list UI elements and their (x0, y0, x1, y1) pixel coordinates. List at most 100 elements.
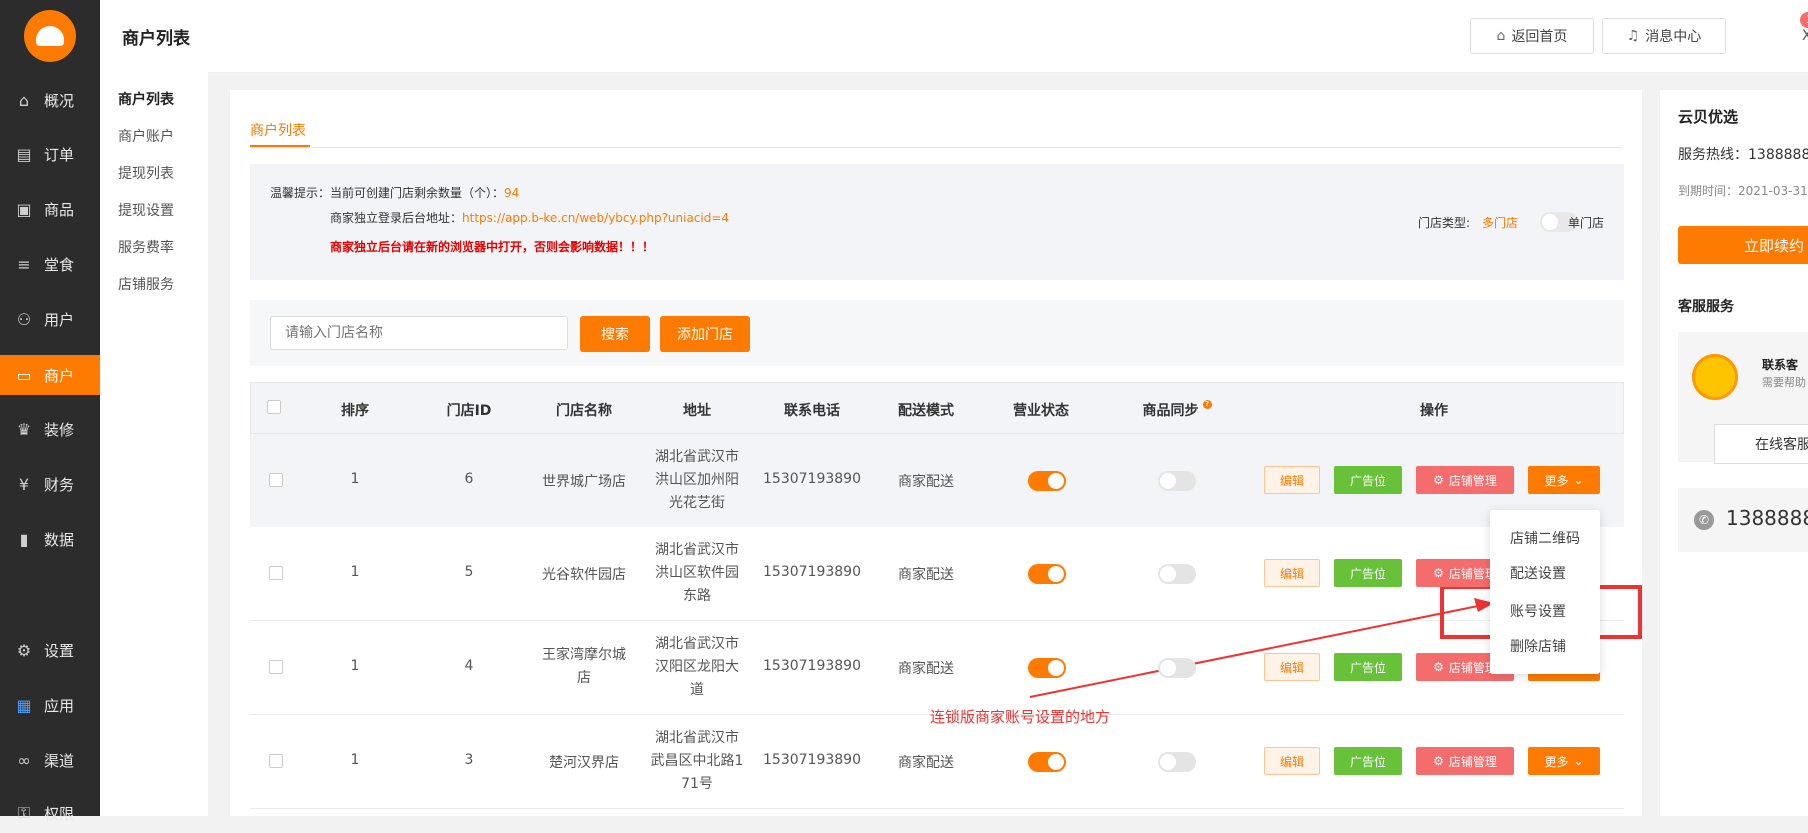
cell-address-line: 光花艺街 (669, 494, 725, 511)
customer-service-title: 客服服务 (1678, 299, 1734, 315)
goods-sync-toggle[interactable] (1158, 752, 1196, 772)
cell-address-line: 武昌区中北路1 (650, 752, 744, 769)
cell-sort: 1 (350, 752, 360, 768)
gear-icon: ⚙ (1433, 660, 1444, 674)
cell-address-line: 汉阳区龙阳大 (655, 658, 739, 675)
ad-slot-button[interactable]: 广告位 (1334, 747, 1402, 775)
cell-address-line: 湖北省武汉市 (655, 541, 739, 558)
cell-address-line: 道 (690, 681, 704, 698)
service-phone: 1388888 (1726, 506, 1808, 530)
expire-date: 到期时间：2021-03-31 (1678, 184, 1808, 198)
cell-address: 湖北省武汉市 武昌区中北路1 71号 (642, 727, 752, 796)
cell-store-id: 6 (464, 471, 474, 487)
cell-store-name-line: 店 (577, 670, 591, 686)
gear-icon: ⚙ (1433, 754, 1444, 768)
cell-phone: 15307193890 (763, 564, 861, 580)
goods-sync-toggle[interactable] (1158, 471, 1196, 491)
cell-sort: 1 (350, 471, 360, 487)
cell-store-id: 3 (464, 752, 474, 768)
edit-button-label: 编辑 (1279, 660, 1304, 675)
dropdown-account-settings[interactable]: 账号设置 (1510, 601, 1566, 621)
cell-sort: 1 (350, 564, 360, 580)
edit-button-label: 编辑 (1279, 566, 1304, 581)
ad-slot-button[interactable]: 广告位 (1334, 559, 1402, 587)
cell-phone: 15307193890 (763, 658, 861, 674)
contact-sublabel: 需要帮助 (1762, 376, 1806, 389)
cell-address-line: 湖北省武汉市 (655, 448, 739, 465)
edit-button-label: 编辑 (1279, 754, 1304, 769)
ad-slot-button[interactable]: 广告位 (1334, 653, 1402, 681)
phone-card: ✆ 1388888 (1678, 488, 1808, 552)
chevron-down-icon: ⌄ (1573, 754, 1584, 768)
row-checkbox[interactable] (269, 660, 283, 674)
row-checkbox[interactable] (269, 566, 283, 580)
cell-phone: 15307193890 (763, 752, 861, 768)
contact-label: 联系客 (1762, 358, 1799, 372)
online-service-button[interactable]: 在线客服 (1714, 424, 1808, 464)
cell-store-id: 5 (464, 564, 474, 580)
cell-sort: 1 (350, 658, 360, 674)
cell-delivery: 商家配送 (898, 755, 954, 771)
annotation-arrow (1029, 598, 1494, 698)
cell-delivery: 商家配送 (898, 474, 954, 490)
cell-store-name: 光谷软件园店 (542, 567, 626, 583)
cell-address: 湖北省武汉市 洪山区加州阳 光花艺街 (642, 446, 752, 515)
chevron-down-icon: ⌄ (1573, 473, 1584, 487)
cell-delivery: 商家配送 (898, 661, 954, 677)
right-panel: 云贝优选 服务热线：1388888 到期时间：2021-03-31 立即续约 客… (1660, 90, 1808, 816)
more-button-label: 更多 (1544, 754, 1569, 769)
edit-button[interactable]: 编辑 (1264, 466, 1320, 494)
ad-slot-button-label: 广告位 (1349, 473, 1386, 488)
store-manage-button[interactable]: ⚙ 店铺管理 (1416, 466, 1514, 494)
cell-phone: 15307193890 (763, 471, 861, 487)
cell-address-line: 洪山区软件园 (655, 564, 739, 581)
cell-delivery: 商家配送 (898, 567, 954, 583)
annotation-caption: 连锁版商家账号设置的地方 (930, 708, 1111, 726)
cell-address-line: 湖北省武汉市 (655, 729, 739, 746)
brand-name: 云贝优选 (1678, 108, 1739, 126)
edit-button[interactable]: 编辑 (1264, 653, 1320, 681)
cell-address-line: 71号 (681, 775, 713, 792)
business-status-toggle[interactable] (1028, 658, 1066, 678)
cell-store-id: 4 (464, 658, 474, 674)
cell-store-name: 世界城广场店 (542, 474, 626, 490)
edit-button[interactable]: 编辑 (1264, 747, 1320, 775)
store-manage-button-label: 店铺管理 (1448, 754, 1497, 769)
more-dropdown: 店铺二维码 配送设置 账号设置 删除店铺 (1490, 510, 1600, 674)
business-status-toggle[interactable] (1028, 564, 1066, 584)
cell-address-line: 湖北省武汉市 (655, 635, 739, 652)
edit-button-label: 编辑 (1279, 473, 1304, 488)
business-status-toggle[interactable] (1028, 752, 1066, 772)
dropdown-store-qrcode[interactable]: 店铺二维码 (1510, 528, 1580, 548)
renew-button[interactable]: 立即续约 (1678, 226, 1808, 264)
gear-icon: ⚙ (1433, 566, 1444, 580)
store-manage-button[interactable]: ⚙ 店铺管理 (1416, 747, 1514, 775)
edit-button[interactable]: 编辑 (1264, 559, 1320, 587)
store-manage-button-label: 店铺管理 (1448, 473, 1497, 488)
more-button-label: 更多 (1544, 473, 1569, 488)
cell-address-line: 洪山区加州阳 (655, 471, 739, 488)
cell-address-line: 东路 (683, 587, 711, 604)
ad-slot-button-label: 广告位 (1349, 566, 1386, 581)
more-button[interactable]: 更多 ⌄ (1528, 747, 1600, 775)
row-checkbox[interactable] (269, 754, 283, 768)
ad-slot-button-label: 广告位 (1349, 660, 1386, 675)
goods-sync-toggle[interactable] (1158, 564, 1196, 584)
cell-store-name-line: 王家湾摩尔城 (542, 647, 626, 663)
support-avatar-icon (1692, 354, 1738, 400)
cell-address: 湖北省武汉市 汉阳区龙阳大道 (642, 633, 752, 702)
business-status-toggle[interactable] (1028, 471, 1066, 491)
row-checkbox[interactable] (269, 473, 283, 487)
more-button[interactable]: 更多 ⌄ (1528, 466, 1600, 494)
goods-sync-toggle[interactable] (1158, 658, 1196, 678)
cell-store-name: 王家湾摩尔城店 (527, 644, 641, 690)
dropdown-delivery-settings[interactable]: 配送设置 (1510, 563, 1566, 583)
cell-store-name: 楚河汉界店 (549, 755, 619, 771)
gear-icon: ⚙ (1433, 473, 1444, 487)
phone-icon: ✆ (1694, 510, 1714, 530)
service-hotline: 服务热线：1388888 (1678, 147, 1808, 163)
ad-slot-button[interactable]: 广告位 (1334, 466, 1402, 494)
ad-slot-button-label: 广告位 (1349, 754, 1386, 769)
dropdown-delete-store[interactable]: 删除店铺 (1510, 636, 1566, 656)
cell-address: 湖北省武汉市 洪山区软件园 东路 (642, 539, 752, 608)
